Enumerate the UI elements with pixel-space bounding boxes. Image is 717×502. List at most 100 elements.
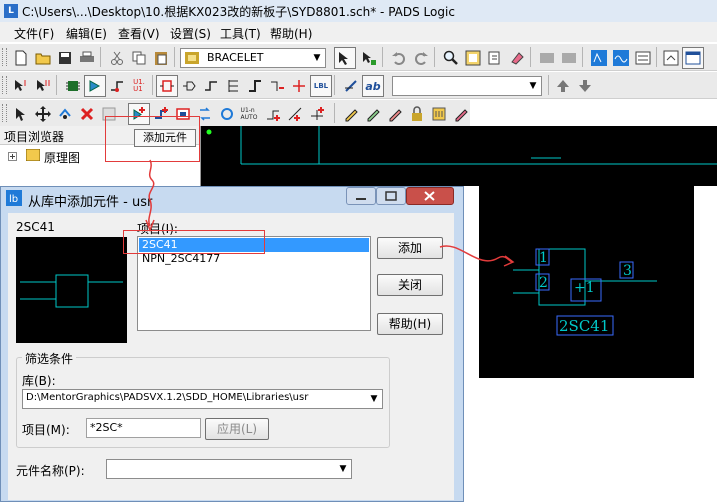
minimize-button[interactable] [346,187,376,205]
pointer-icon[interactable] [10,103,32,125]
menu-tools[interactable]: 工具(T) [220,25,261,42]
chevron-down-icon[interactable]: ▼ [335,460,351,478]
svg-text:lb: lb [9,194,18,205]
connector-icon[interactable] [178,75,200,97]
zoom-icon[interactable] [440,47,462,69]
forward-annotate-icon[interactable] [558,47,580,69]
menu-edit[interactable]: 编辑(E) [66,25,107,42]
app-icon: L [4,4,18,18]
auto-renumber-icon[interactable]: U1-n AUTO [238,103,260,125]
edit-attribute-icon[interactable] [362,103,384,125]
split-icon[interactable] [266,75,288,97]
arrow-down-icon[interactable] [574,75,596,97]
toolbar-grip[interactable] [2,104,7,122]
junction-icon[interactable] [288,75,310,97]
select-icon[interactable] [10,75,32,97]
add-junction-icon[interactable] [306,103,328,125]
symbol-part-name: 2SC41 [559,317,610,335]
project-browser-title: 项目浏览器 [4,130,65,144]
label-icon[interactable]: LBL [310,75,332,97]
auto-renumber-label: U1-n AUTO [240,107,258,121]
swap-gates-icon[interactable] [216,103,238,125]
eraser-icon[interactable] [506,47,528,69]
chip-icon[interactable] [62,75,84,97]
redo-icon[interactable] [410,47,432,69]
menu-help[interactable]: 帮助(H) [270,25,312,42]
line-draw-icon[interactable] [340,75,362,97]
text-tool-label: ab [365,79,381,93]
open-folder-icon[interactable] [32,47,54,69]
edit-text-icon[interactable] [340,103,362,125]
schematic-edit-toolbar-icon[interactable] [588,47,610,69]
standard-toolbar: BRACELET ▼ [0,44,717,71]
menu-bar: 文件(F) 编辑(E) 查看(V) 设置(S) 工具(T) 帮助(H) [0,22,717,42]
properties-icon[interactable] [462,47,484,69]
help-button[interactable]: 帮助(H) [377,313,443,335]
new-file-icon[interactable] [10,47,32,69]
tree-item-schematic[interactable]: 原理图 [44,149,80,166]
part-name-select[interactable]: ▼ [106,459,352,479]
menu-view[interactable]: 查看(V) [118,25,160,42]
menu-setup[interactable]: 设置(S) [170,25,211,42]
arrow-up-icon[interactable] [552,75,574,97]
corner-icon[interactable] [244,75,266,97]
edit-label-icon[interactable] [384,103,406,125]
close-button[interactable]: 关闭 [377,274,443,296]
part-type-icon[interactable]: U1. U1 [128,75,150,97]
cut-icon[interactable] [106,47,128,69]
tree-expander-icon[interactable] [8,150,17,164]
library-select[interactable]: D:\MentorGraphics\PADSVX.1.2\SDD_HOME\Li… [22,389,383,409]
close-window-button[interactable] [406,187,454,205]
layer-combo-value: BRACELET [207,51,264,64]
rotate-icon[interactable] [54,103,76,125]
library-icon[interactable] [484,47,506,69]
select-modes-icon[interactable] [358,47,380,69]
chevron-down-icon[interactable]: ▼ [525,77,541,95]
schematic-tree-icon [25,148,41,164]
pin-3-label: 3 [623,263,632,279]
undo-icon[interactable] [388,47,410,69]
edit-toolbar: U1-n AUTO [0,100,470,127]
move-icon[interactable] [32,103,54,125]
split-segment-icon[interactable] [284,103,306,125]
add-part-icon[interactable] [156,75,178,97]
text-combo[interactable]: ▼ [392,76,542,96]
schematic-canvas[interactable] [201,126,717,186]
toolbar-grip[interactable] [2,48,7,66]
wave-icon[interactable] [610,47,632,69]
paste-icon[interactable] [150,47,172,69]
preview-part-name: 2SC41 [16,220,55,234]
select-filter-2-icon[interactable] [32,75,54,97]
pin-icon[interactable] [106,75,128,97]
maximize-button[interactable] [376,187,406,205]
script-icon[interactable] [660,47,682,69]
copy-icon[interactable] [128,47,150,69]
chevron-down-icon[interactable]: ▼ [366,390,382,408]
chevron-down-icon[interactable]: ▼ [309,49,325,67]
lock-icon[interactable] [406,103,428,125]
add-corner-icon[interactable] [262,103,284,125]
refdes-icon[interactable] [428,103,450,125]
add-button[interactable]: 添加 [377,237,443,259]
gate-icon[interactable] [84,75,106,97]
wire-icon[interactable] [200,75,222,97]
save-icon[interactable] [54,47,76,69]
delete-icon[interactable] [76,103,98,125]
print-icon[interactable] [76,47,98,69]
apply-button[interactable]: 应用(L) [205,418,269,440]
bus-icon[interactable] [222,75,244,97]
layer-combo[interactable]: BRACELET ▼ [180,48,326,68]
part-name-label: 元件名称(P): [16,464,85,478]
schematic-toolbar: U1. U1 LBL ab ▼ [0,72,717,99]
menu-file[interactable]: 文件(F) [14,25,54,42]
select-filter-icon[interactable] [334,47,356,69]
settings-icon[interactable] [632,47,654,69]
window-mode-icon[interactable] [682,47,704,69]
text-icon[interactable]: ab [362,75,384,97]
cross-probe-icon[interactable] [536,47,558,69]
item-filter-input[interactable]: *2SC* [86,418,201,438]
rename-icon[interactable] [450,103,472,125]
list-item[interactable]: NPN_2SC4177 [139,252,369,266]
toolbar-grip[interactable] [2,76,7,94]
dialog-title: 从库中添加元件 - usr [28,195,153,210]
